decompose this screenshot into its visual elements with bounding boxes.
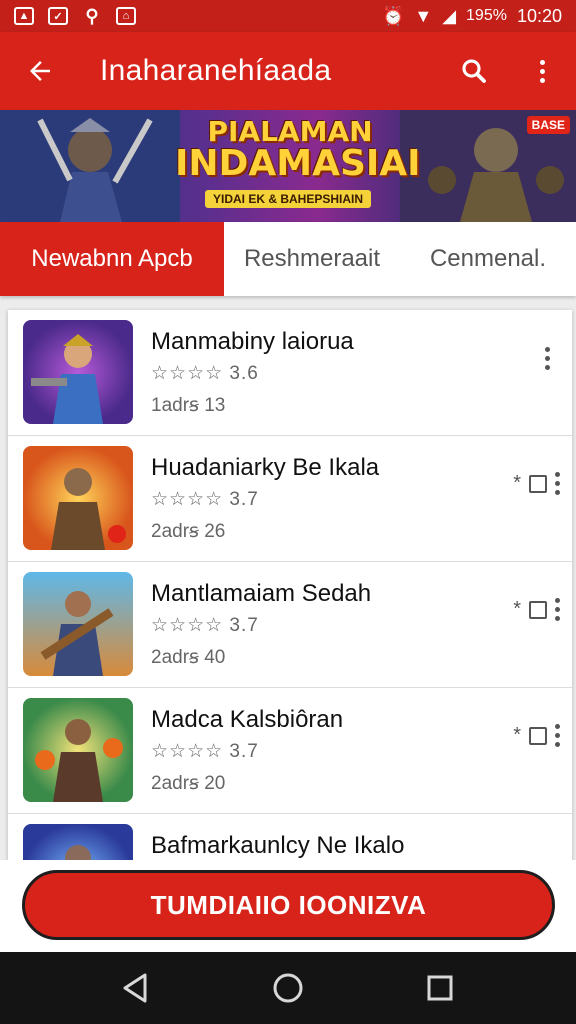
app-name: Madca Kalsbiôran (151, 706, 344, 733)
list-item[interactable]: Mantlamaiam Sedah ☆☆☆☆ 3.7 2adrꞩ 40 * (8, 562, 572, 688)
banner-hero-left-image (0, 110, 180, 222)
list-item[interactable]: Huadaniarky Be Ikala ☆☆☆☆ 3.7 2adrꞩ 26 * (8, 436, 572, 562)
page-title: Inaharanehíaada (100, 54, 332, 87)
search-button[interactable] (440, 32, 508, 110)
row-actions: * (513, 472, 560, 495)
banner-title-line1: PIALAMAN (207, 115, 373, 148)
more-vert-icon[interactable] (555, 724, 560, 747)
home-notification-icon: ⌂ (116, 7, 136, 25)
list-item[interactable]: Manmabiny laiorua ☆☆☆☆ 3.6 1adrꞩ 13 (8, 310, 572, 436)
app-bar: Inaharanehíaada (0, 32, 576, 110)
system-nav-bar (0, 952, 576, 1024)
tab-new-apps[interactable]: Newabnn Apcb (0, 222, 224, 296)
app-name: Manmabiny laiorua (151, 328, 354, 355)
more-vert-icon[interactable] (555, 598, 560, 621)
app-thumbnail (23, 698, 133, 802)
clock: 10:20 (516, 5, 562, 26)
image-notification-icon: ▲ (14, 7, 34, 25)
app-name: Huadaniarky Be Ikala (151, 454, 380, 481)
search-icon (462, 59, 486, 83)
tab-general[interactable]: Cenmenal. (400, 222, 576, 296)
more-vert-icon (539, 59, 545, 83)
app-name: Mantlamaiam Sedah (151, 580, 372, 607)
arrow-back-icon (30, 61, 50, 81)
app-rating: ☆☆☆☆ 3.6 (151, 363, 259, 384)
wifi-icon: ▼ (414, 5, 433, 26)
more-vert-icon[interactable] (555, 472, 560, 495)
nav-home-icon[interactable] (271, 971, 305, 1005)
banner-badge: BASE (526, 116, 570, 134)
nav-back-icon[interactable] (119, 971, 153, 1005)
app-rating: ☆☆☆☆ 3.7 (151, 741, 259, 762)
app-name: Bafmarkaunlcy Ne Ikalo (151, 832, 405, 859)
app-size: 2adrꞩ 26 (151, 521, 226, 542)
favorite-star-icon[interactable]: * (513, 724, 521, 747)
select-checkbox[interactable] (529, 474, 547, 493)
download-button[interactable]: TUMDIAIIO IOONIZVA (22, 870, 555, 940)
alarm-icon: ⏰ (381, 5, 405, 26)
select-checkbox[interactable] (529, 600, 547, 619)
nav-recents-icon[interactable] (423, 971, 457, 1005)
favorite-star-icon[interactable]: * (513, 472, 521, 495)
row-menu-button[interactable] (534, 340, 560, 376)
promo-banner[interactable]: PIALAMAN INDAMASIAI YIDAI EK & BAHEPSHIA… (0, 110, 576, 222)
tab-bar: Newabnn Apcb Reshmeraait Cenmenal. (0, 222, 576, 296)
overflow-menu-button[interactable] (508, 32, 576, 110)
app-rating: ☆☆☆☆ 3.7 (151, 615, 259, 636)
tab-recommended[interactable]: Reshmeraait (224, 222, 400, 296)
row-actions: * (513, 724, 560, 747)
app-thumbnail (23, 320, 133, 424)
check-notification-icon: ✓ (48, 7, 68, 25)
battery-text: 195% (466, 7, 507, 24)
app-size: 2adrꞩ 40 (151, 647, 226, 668)
app-list: Manmabiny laiorua ☆☆☆☆ 3.6 1adrꞩ 13 Huad… (8, 310, 572, 870)
app-thumbnail (23, 572, 133, 676)
status-bar: ▲ ✓ ⚲ ⌂ ⏰ ▼ ◢ 195% 10:20 (0, 0, 576, 32)
app-size: 1adrꞩ 13 (151, 395, 226, 416)
banner-subtitle: YIDAI EK & BAHEPSHIAIN (205, 190, 372, 208)
favorite-star-icon[interactable]: * (513, 598, 521, 621)
row-actions: * (513, 598, 560, 621)
bottom-action-area: TUMDIAIIO IOONIZVA (0, 860, 576, 952)
more-vert-icon (544, 346, 550, 370)
banner-title: PIALAMAN INDAMASIAI (175, 115, 421, 184)
banner-title-line2: INDAMASIAI (175, 143, 421, 184)
usb-icon: ⚲ (85, 5, 99, 26)
app-size: 2adrꞩ 20 (151, 773, 226, 794)
back-button[interactable] (0, 32, 80, 110)
signal-icon: ◢ (442, 5, 457, 26)
select-checkbox[interactable] (529, 726, 547, 745)
list-item[interactable]: Madca Kalsbiôran ☆☆☆☆ 3.7 2adrꞩ 20 * (8, 688, 572, 814)
app-thumbnail (23, 446, 133, 550)
app-rating: ☆☆☆☆ 3.7 (151, 489, 259, 510)
